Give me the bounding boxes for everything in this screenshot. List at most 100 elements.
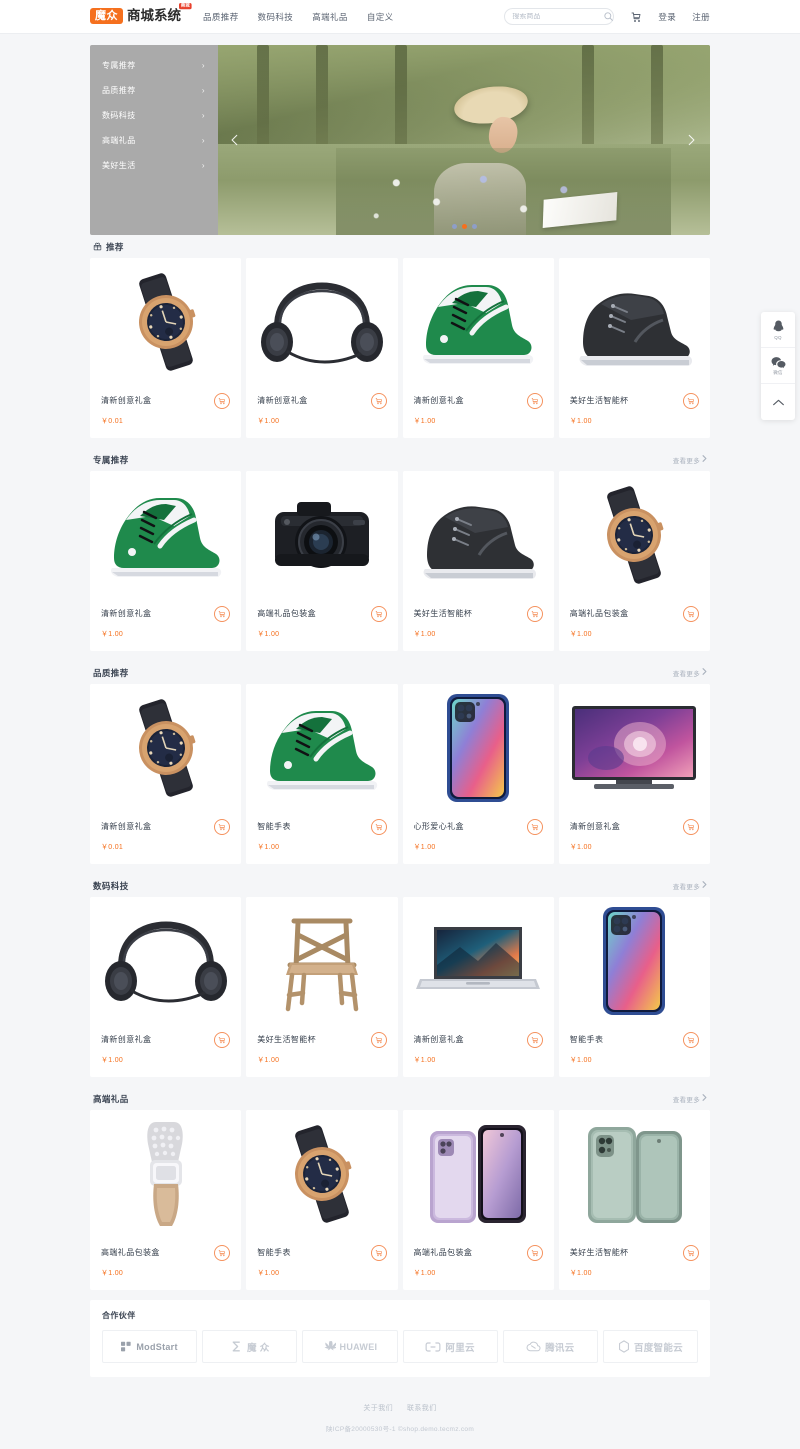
add-to-cart-button[interactable] [527, 393, 543, 409]
banner-next-arrow[interactable] [678, 123, 704, 157]
nav-item-premium-gift[interactable]: 高端礼品 [312, 11, 348, 23]
section-title: 品质推荐 [93, 667, 129, 679]
add-to-cart-button[interactable] [371, 1032, 387, 1048]
add-to-cart-button[interactable] [683, 393, 699, 409]
partner-aliyun[interactable]: 阿里云 [403, 1330, 498, 1363]
product-name-row: 美好生活智能杯 [570, 1245, 699, 1261]
product-card[interactable]: 智能手表 ￥1.00 [559, 897, 710, 1077]
add-to-cart-button[interactable] [214, 393, 230, 409]
product-card[interactable]: 清新创意礼盒 ￥0.01 [90, 684, 241, 864]
register-link[interactable]: 注册 [692, 11, 710, 23]
partner-huawei[interactable]: HUAWEI [302, 1330, 397, 1363]
add-to-cart-button[interactable] [371, 606, 387, 622]
section-more-link[interactable]: 查看更多 [673, 668, 707, 678]
banner-menu-item-exclusive[interactable]: 专属推荐 › [90, 53, 218, 78]
add-to-cart-button[interactable] [683, 1245, 699, 1261]
banner-menu-item-premium[interactable]: 高端礼品 › [90, 128, 218, 153]
section-more-link[interactable]: 查看更多 [673, 455, 707, 465]
product-price: ￥1.00 [570, 416, 699, 426]
product-card[interactable]: 高端礼品包装盒 ￥1.00 [246, 471, 397, 651]
add-to-cart-button[interactable] [214, 819, 230, 835]
add-to-cart-button[interactable] [683, 819, 699, 835]
partner-label: 魔 众 [247, 1340, 270, 1354]
product-name-row: 高端礼品包装盒 [257, 606, 386, 622]
product-card[interactable]: 心形爱心礼盒 ￥1.00 [403, 684, 554, 864]
add-to-cart-button[interactable] [683, 1032, 699, 1048]
search-input[interactable] [512, 13, 603, 20]
banner-dot[interactable] [452, 224, 457, 229]
banner-menu-label: 数码科技 [102, 110, 136, 121]
float-item-scroll-top[interactable] [761, 384, 795, 420]
banner-menu-item-quality[interactable]: 品质推荐 › [90, 78, 218, 103]
product-card[interactable]: 清新创意礼盒 ￥1.00 [90, 897, 241, 1077]
cart-icon[interactable] [630, 11, 642, 23]
product-card[interactable]: 高端礼品包装盒 ￥1.00 [90, 1110, 241, 1290]
product-card[interactable]: 清新创意礼盒 ￥1.00 [90, 471, 241, 651]
login-link[interactable]: 登录 [658, 11, 676, 23]
product-card[interactable]: 美好生活智能杯 ￥1.00 [246, 897, 397, 1077]
product-card[interactable]: 清新创意礼盒 ￥1.00 [403, 897, 554, 1077]
product-section: 数码科技查看更多 清新创意礼盒 ￥1.00 美好生活智能杯 [90, 874, 710, 1077]
add-to-cart-button[interactable] [371, 1245, 387, 1261]
footer-link-contact[interactable]: 联系我们 [407, 1403, 437, 1413]
product-card[interactable]: 美好生活智能杯 ￥1.00 [403, 471, 554, 651]
chevron-right-icon [702, 1094, 707, 1103]
add-to-cart-button[interactable] [527, 819, 543, 835]
product-card[interactable]: 智能手表 ￥1.00 [246, 1110, 397, 1290]
product-card[interactable]: 清新创意礼盒 ￥1.00 [246, 258, 397, 438]
section-more-link[interactable]: 查看更多 [673, 881, 707, 891]
product-info: 智能手表 ￥1.00 [246, 1238, 397, 1290]
product-name: 美好生活智能杯 [257, 1035, 316, 1045]
product-card[interactable]: 清新创意礼盒 ￥0.01 [90, 258, 241, 438]
float-item-qq[interactable]: QQ [761, 312, 795, 348]
banner-dot-active[interactable] [462, 224, 467, 229]
partner-tencent-cloud[interactable]: 腾讯云 [503, 1330, 598, 1363]
product-grid: 清新创意礼盒 ￥0.01 智能手表 ￥1.00 心形爱心礼盒 ￥1.00 [90, 684, 710, 864]
site-logo[interactable]: 魔众 商城系统 商城 [90, 8, 181, 25]
add-to-cart-button[interactable] [527, 1245, 543, 1261]
product-card[interactable]: 美好生活智能杯 ￥1.00 [559, 1110, 710, 1290]
add-to-cart-button[interactable] [683, 606, 699, 622]
partner-mozhong[interactable]: 魔 众 [202, 1330, 297, 1363]
add-to-cart-button[interactable] [214, 606, 230, 622]
banner-dot[interactable] [472, 224, 477, 229]
product-card[interactable]: 清新创意礼盒 ￥1.00 [559, 684, 710, 864]
product-card[interactable]: 智能手表 ￥1.00 [246, 684, 397, 864]
product-info: 美好生活智能杯 ￥1.00 [246, 1025, 397, 1077]
product-card[interactable]: 美好生活智能杯 ￥1.00 [559, 258, 710, 438]
float-item-wechat[interactable]: 微信 [761, 348, 795, 384]
partner-baidu-cloud[interactable]: 百度智能云 [603, 1330, 698, 1363]
banner-prev-arrow[interactable] [222, 123, 248, 157]
product-card[interactable]: 高端礼品包装盒 ￥1.00 [559, 471, 710, 651]
partner-label: 百度智能云 [634, 1340, 683, 1354]
nav-item-digital[interactable]: 数码科技 [258, 11, 294, 23]
banner-menu-item-digital[interactable]: 数码科技 › [90, 103, 218, 128]
product-info: 美好生活智能杯 ￥1.00 [559, 1238, 710, 1290]
nav-item-quality[interactable]: 品质推荐 [203, 11, 239, 23]
section-more-link[interactable]: 查看更多 [673, 1094, 707, 1104]
banner-slide[interactable] [218, 45, 710, 235]
product-price: ￥0.01 [101, 842, 230, 852]
add-to-cart-button[interactable] [527, 606, 543, 622]
product-card[interactable]: 高端礼品包装盒 ￥1.00 [403, 1110, 554, 1290]
add-to-cart-button[interactable] [371, 819, 387, 835]
nav-item-custom[interactable]: 自定义 [367, 11, 394, 23]
product-image [559, 1110, 710, 1238]
product-name-row: 高端礼品包装盒 [570, 606, 699, 622]
footer-link-about[interactable]: 关于我们 [363, 1403, 393, 1413]
add-to-cart-button[interactable] [214, 1032, 230, 1048]
banner-menu-item-lifestyle[interactable]: 美好生活 › [90, 153, 218, 178]
partner-label: HUAWEI [340, 1342, 378, 1352]
section-header: 高端礼品查看更多 [90, 1087, 710, 1110]
add-to-cart-button[interactable] [371, 393, 387, 409]
add-to-cart-button[interactable] [527, 1032, 543, 1048]
search-box[interactable] [504, 8, 614, 25]
search-icon[interactable] [603, 11, 614, 22]
add-to-cart-button[interactable] [214, 1245, 230, 1261]
partner-modstart[interactable]: ModStart [102, 1330, 197, 1363]
product-card[interactable]: 清新创意礼盒 ￥1.00 [403, 258, 554, 438]
product-name: 高端礼品包装盒 [101, 1248, 160, 1258]
product-info: 智能手表 ￥1.00 [246, 812, 397, 864]
banner-category-menu: 专属推荐 › 品质推荐 › 数码科技 › 高端礼品 › 美好生活 › [90, 45, 218, 235]
product-name-row: 清新创意礼盒 [257, 393, 386, 409]
